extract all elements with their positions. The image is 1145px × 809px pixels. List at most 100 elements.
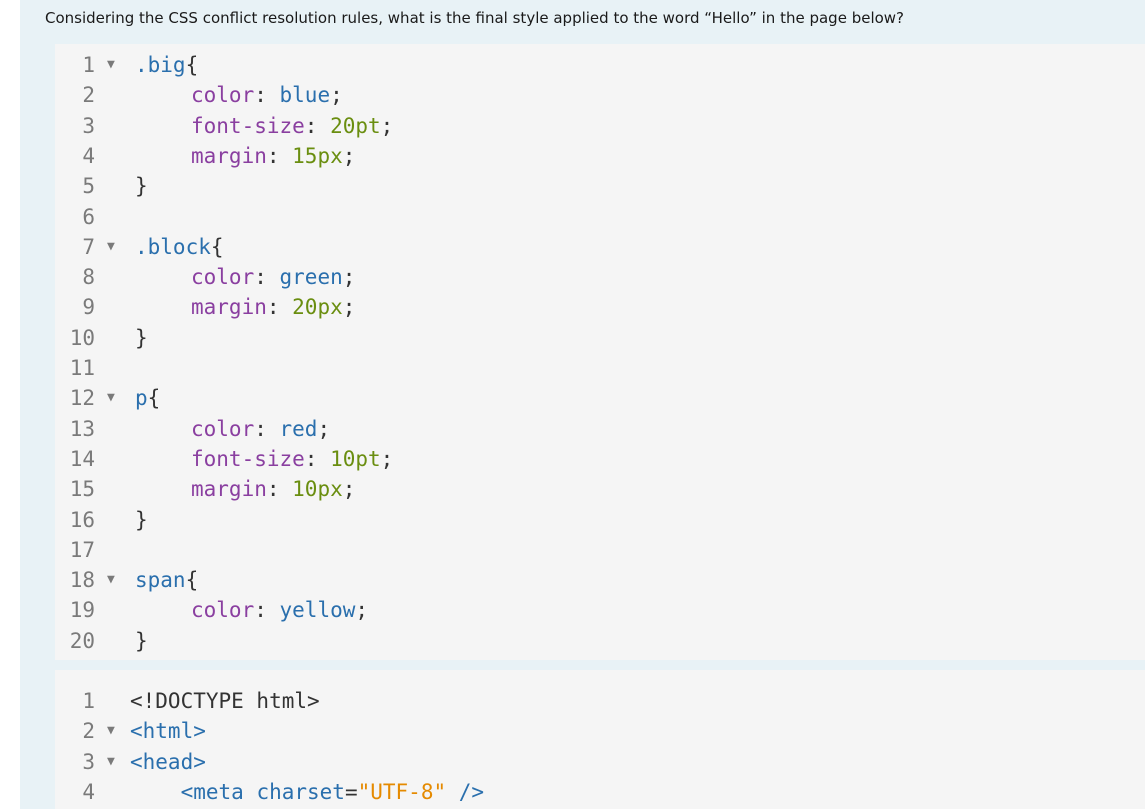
code-line: 12 ▼ p{ — [55, 383, 1145, 413]
line-number: 16 — [69, 507, 95, 532]
code-text: span{ — [135, 565, 198, 595]
code-token: .big — [135, 53, 186, 77]
code-text: <meta charset="UTF-8" /> — [130, 777, 485, 807]
code-token: ; — [342, 265, 356, 290]
line-number: 7 — [82, 234, 95, 259]
line-number: 3 — [82, 113, 95, 138]
question-text: Considering the CSS conflict resolution … — [45, 9, 905, 27]
code-token: } — [135, 507, 148, 532]
code-line: 3 font-size: 20pt; — [55, 111, 1145, 141]
code-token: color — [191, 265, 255, 290]
code-line: 13 color: red; — [55, 414, 1145, 444]
code-text: } — [135, 505, 148, 535]
code-token: ; — [342, 295, 356, 320]
code-line: 15 margin: 10px; — [55, 474, 1145, 504]
code-line: 2 color: blue; — [55, 80, 1145, 110]
code-token: yellow — [279, 598, 356, 623]
code-token: ; — [342, 143, 356, 168]
line-number: 13 — [69, 416, 95, 441]
line-number: 4 — [82, 143, 95, 168]
code-token: : — [254, 83, 280, 108]
line-number: 15 — [69, 477, 95, 502]
code-line: 6 — [55, 202, 1145, 232]
code-token: } — [135, 325, 148, 350]
code-token: <meta — [130, 779, 257, 804]
code-line: 20} — [55, 626, 1145, 656]
line-number: 12 — [69, 386, 95, 411]
code-line: 14 font-size: 10pt; — [55, 444, 1145, 474]
fold-arrow-icon[interactable]: ▼ — [107, 50, 115, 80]
code-text: } — [135, 171, 148, 201]
code-token: { — [185, 568, 199, 593]
html-code-block: 1 <!DOCTYPE html> 2 ▼ <html> 3 ▼ <head> 4 <meta … — [55, 670, 1145, 809]
fold-arrow-icon[interactable]: ▼ — [107, 232, 115, 262]
code-text: color: green; — [191, 262, 355, 292]
code-text: <!DOCTYPE html> — [130, 686, 320, 716]
code-token: margin — [191, 477, 267, 502]
code-line: 17 — [55, 535, 1145, 565]
code-token: margin — [191, 143, 267, 168]
code-line: 4 margin: 15px; — [55, 141, 1145, 171]
code-line: 8 color: green; — [55, 262, 1145, 292]
code-token: : — [304, 446, 331, 471]
code-token: color — [191, 416, 255, 441]
code-line: 2 ▼ <html> — [55, 716, 1145, 746]
fold-arrow-icon[interactable]: ▼ — [107, 565, 115, 595]
code-token: 10px — [292, 477, 343, 502]
line-number: 20 — [69, 628, 95, 653]
line-number: 2 — [82, 719, 95, 744]
code-token: = — [344, 779, 358, 804]
code-text: color: blue; — [191, 80, 343, 110]
code-token: } — [135, 174, 148, 199]
code-line: 16} — [55, 505, 1145, 535]
code-text: font-size: 10pt; — [191, 444, 393, 474]
line-number: 5 — [82, 174, 95, 199]
code-text: } — [135, 626, 148, 656]
code-token: 20pt — [330, 113, 381, 138]
code-text: .block{ — [135, 232, 224, 262]
code-text: <head> — [130, 747, 206, 777]
code-text: font-size: 20pt; — [191, 111, 393, 141]
code-token: : — [266, 143, 293, 168]
line-number: 10 — [69, 325, 95, 350]
code-token: ; — [342, 477, 356, 502]
code-line: 18 ▼ span{ — [55, 565, 1145, 595]
code-text: margin: 15px; — [191, 141, 355, 171]
code-line: 1 <!DOCTYPE html> — [55, 686, 1145, 716]
code-token: ; — [317, 416, 331, 441]
code-token: p — [135, 386, 148, 411]
code-token: { — [185, 53, 199, 77]
code-token: ; — [380, 446, 394, 471]
fold-arrow-icon[interactable]: ▼ — [107, 383, 115, 413]
code-token: <html> — [130, 719, 206, 744]
line-number: 17 — [69, 537, 95, 562]
line-number: 2 — [82, 83, 95, 108]
code-text: color: red; — [191, 414, 330, 444]
fold-arrow-icon[interactable]: ▼ — [107, 716, 115, 746]
line-number: 14 — [69, 446, 95, 471]
code-token: 20px — [292, 295, 343, 320]
fold-arrow-icon[interactable]: ▼ — [107, 747, 115, 777]
code-token: font-size — [191, 446, 305, 471]
code-token: /> — [446, 779, 485, 804]
code-token: blue — [279, 83, 331, 108]
code-token: color — [191, 598, 255, 623]
code-token: <head> — [130, 749, 206, 774]
code-token: { — [210, 234, 224, 259]
code-token: color — [191, 83, 255, 108]
code-token: red — [279, 416, 318, 441]
code-line: 9 margin: 20px; — [55, 292, 1145, 322]
code-token: font-size — [191, 113, 305, 138]
code-token: : — [254, 416, 280, 441]
line-number: 18 — [69, 568, 95, 593]
line-number: 8 — [82, 265, 95, 290]
code-token: : — [254, 598, 280, 623]
line-number: 19 — [69, 598, 95, 623]
code-line: 19 color: yellow; — [55, 595, 1145, 625]
code-token: <!DOCTYPE html> — [130, 689, 320, 713]
code-token: { — [147, 386, 161, 411]
code-token: : — [266, 295, 293, 320]
code-token: margin — [191, 295, 267, 320]
code-text: color: yellow; — [191, 595, 368, 625]
code-text: .big{ — [135, 50, 198, 80]
